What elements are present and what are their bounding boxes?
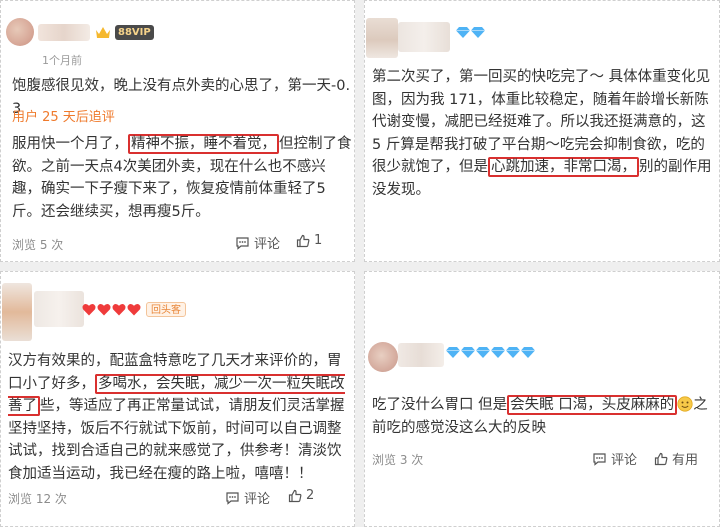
useful-button[interactable]: 有用 xyxy=(654,449,698,468)
diamond-icon xyxy=(456,27,470,38)
view-count: 浏览 3 次 xyxy=(372,453,424,467)
blurred-avatar xyxy=(2,283,32,341)
view-count: 浏览 5 次 xyxy=(12,238,64,252)
useful-label: 有用 xyxy=(672,453,699,468)
like-count: 1 xyxy=(314,233,323,248)
review-text-pre: 服用快一个月了， xyxy=(12,136,128,152)
repeat-customer-badge: 回头客 xyxy=(146,302,186,317)
smile-emoji-icon xyxy=(677,396,693,412)
review-card-4: 吃了没什么胃口 但是 会失眠 口渴，头皮麻麻的 之前吃的感觉没这么大的反映 浏览 3… xyxy=(364,271,720,527)
like-button[interactable]: 1 xyxy=(296,233,322,248)
comment-label: 评论 xyxy=(611,453,638,468)
heart-icon xyxy=(97,303,111,316)
diamond-icon xyxy=(471,27,485,38)
blurred-username xyxy=(398,343,444,367)
diamond-icon xyxy=(491,347,505,358)
comment-button[interactable]: 评论 xyxy=(592,449,637,468)
vip-badge: 88VIP xyxy=(115,25,154,40)
review-text-post: 些，等适应了再正常量试试，请朋友们灵活掌握坚持坚持，饭后不行就试下饭前，时间可以… xyxy=(8,398,345,482)
avatar xyxy=(368,342,398,372)
like-count: 2 xyxy=(306,488,315,503)
post-time: 1个月前 xyxy=(42,54,82,67)
thumbs-up-icon xyxy=(288,489,302,502)
comment-icon xyxy=(236,236,249,250)
review-text: 服用快一个月了， 精神不振，睡不着觉， 但控制了食欲。之前一天点4次美团外卖，现在什… xyxy=(12,133,352,223)
diamond-icon xyxy=(506,347,520,358)
diamond-icon xyxy=(476,347,490,358)
review-text: 汉方有效果的，配蓝盒特意吃了几天才来评价的，胃口小了好多， 多喝水，会失眠，减少一… xyxy=(8,350,353,485)
comment-button[interactable]: 评论 xyxy=(235,233,280,252)
crown-icon xyxy=(96,27,110,38)
thumbs-up-icon xyxy=(296,234,310,247)
review-card-1: 88VIP 1个月前 饱腹感很见效，晚上没有点外卖的心思了，第一天-0.3 用户… xyxy=(0,0,355,262)
like-button[interactable]: 2 xyxy=(288,488,314,503)
comment-label: 评论 xyxy=(244,492,271,507)
comment-button[interactable]: 评论 xyxy=(225,488,270,507)
highlight-box: 精神不振，睡不着觉， xyxy=(128,134,279,154)
avatar xyxy=(6,18,34,46)
view-count: 浏览 12 次 xyxy=(8,492,67,506)
thumbs-up-icon xyxy=(654,452,668,465)
review-text: 第二次买了，第一回买的快吃完了～ 具体体重变化见图，因为我 171，体重比较稳定… xyxy=(372,66,714,201)
blurred-username xyxy=(398,22,450,52)
horizontal-divider xyxy=(0,262,720,271)
highlight-box: 心跳加速，非常口渴， xyxy=(488,157,639,177)
heart-icon xyxy=(82,303,96,316)
heart-icon xyxy=(112,303,126,316)
blurred-username xyxy=(38,24,90,41)
review-text: 吃了没什么胃口 但是 会失眠 口渴，头皮麻麻的 之前吃的感觉没这么大的反映 xyxy=(372,394,717,439)
blurred-avatar xyxy=(366,18,398,58)
diamond-icon xyxy=(461,347,475,358)
review-card-3: 回头客 汉方有效果的，配蓝盒特意吃了几天才来评价的，胃口小了好多， 多喝水，会失眠… xyxy=(0,271,355,527)
highlight-box: 会失眠 口渴，头皮麻麻的 xyxy=(507,395,678,415)
comment-icon xyxy=(226,491,239,505)
review-text-pre: 吃了没什么胃口 但是 xyxy=(372,397,508,413)
comment-label: 评论 xyxy=(254,237,281,252)
diamond-icon xyxy=(521,347,535,358)
followup-label: 用户 25 天后追评 xyxy=(12,110,115,125)
comment-icon xyxy=(593,452,606,466)
review-card-2: 第二次买了，第一回买的快吃完了～ 具体体重变化见图，因为我 171，体重比较稳定… xyxy=(364,0,720,262)
blurred-username xyxy=(34,291,84,327)
diamond-icon xyxy=(446,347,460,358)
heart-icon xyxy=(127,303,141,316)
